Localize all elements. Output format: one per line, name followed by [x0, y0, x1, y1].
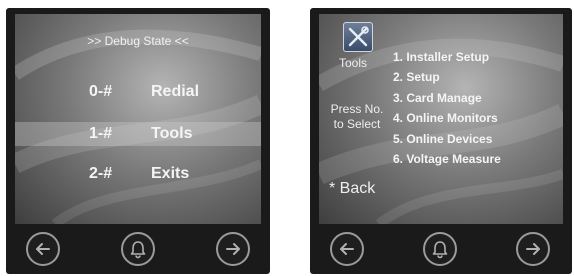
arrow-right-button[interactable] [216, 232, 250, 266]
bell-icon [130, 241, 146, 259]
option-online-monitors[interactable]: 4. Online Monitors [393, 111, 498, 125]
tools-label: Tools [339, 56, 368, 70]
tools-icon[interactable] [343, 22, 373, 52]
press-number-hint: Press No. to Select [330, 102, 384, 131]
bell-button[interactable] [423, 232, 457, 266]
arrow-left-button[interactable] [26, 232, 60, 266]
arrow-right-icon [526, 243, 540, 255]
menu-item-redial[interactable]: 0-# Redial [15, 80, 261, 104]
arrow-left-icon [340, 243, 354, 255]
bell-icon [432, 241, 448, 259]
menu-item-exits[interactable]: 2-# Exits [15, 162, 261, 186]
arrow-right-icon [226, 243, 240, 255]
option-installer-setup[interactable]: 1. Installer Setup [393, 50, 489, 64]
menu-key: 2-# [89, 165, 113, 182]
arrow-left-button[interactable] [330, 232, 364, 266]
screen-tools-menu: Tools Press No. to Select 1. Installer S… [319, 14, 563, 224]
menu-key: 0-# [89, 83, 113, 100]
menu-key: 1-# [89, 125, 113, 142]
device-left: >> Debug State << 0-# Redial 1-# Tools 2… [6, 8, 270, 274]
menu-label: Tools [151, 125, 193, 142]
device-right: Tools Press No. to Select 1. Installer S… [310, 8, 572, 274]
menu-label: Exits [151, 165, 190, 182]
debug-state-title: >> Debug State << [87, 34, 189, 48]
back-option[interactable]: * Back [329, 180, 375, 198]
screen-debug-state: >> Debug State << 0-# Redial 1-# Tools 2… [15, 14, 261, 224]
arrow-left-icon [36, 243, 50, 255]
option-online-devices[interactable]: 5. Online Devices [393, 132, 492, 146]
wrench-screwdriver-icon [348, 26, 369, 47]
arrow-right-button[interactable] [516, 232, 550, 266]
menu-item-tools[interactable]: 1-# Tools [15, 122, 261, 146]
menu-label: Redial [151, 83, 200, 100]
option-setup[interactable]: 2. Setup [393, 70, 440, 84]
option-card-manage[interactable]: 3. Card Manage [393, 91, 482, 105]
option-voltage-measure[interactable]: 6. Voltage Measure [393, 152, 501, 166]
bell-button[interactable] [121, 232, 155, 266]
